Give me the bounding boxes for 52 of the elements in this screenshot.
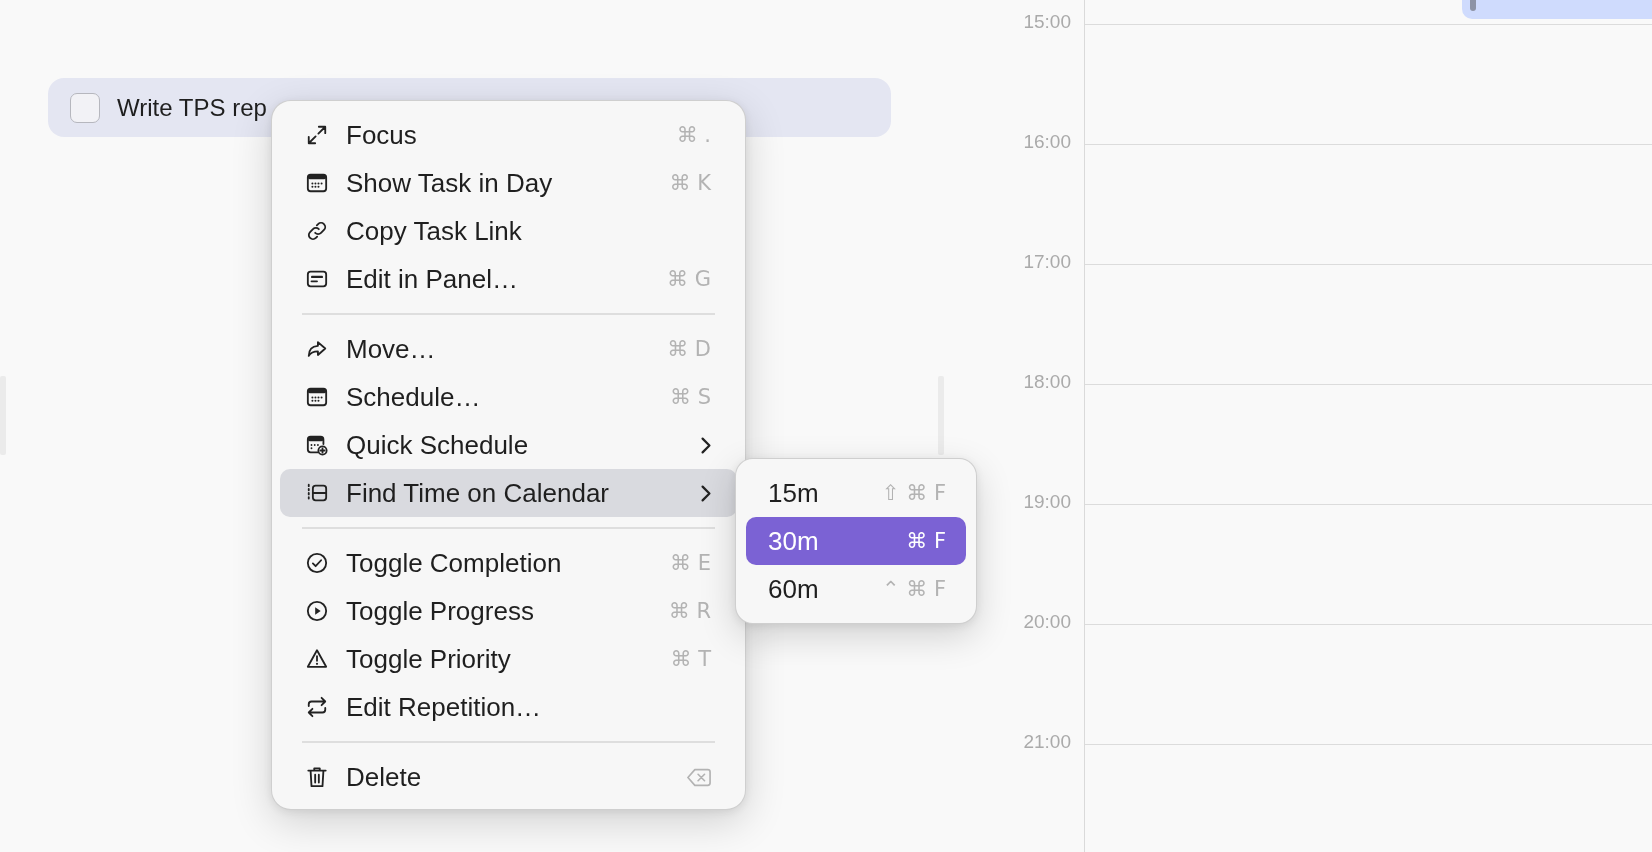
play-circle-icon (306, 600, 328, 622)
check-circle-icon (306, 552, 328, 574)
keyboard-shortcut: ⌘ F (906, 529, 946, 553)
hour-label: 19:00 (1023, 490, 1071, 514)
expand-arrows-icon (306, 124, 328, 146)
keyboard-shortcut: ⌘ S (670, 385, 711, 409)
menu-item[interactable]: Edit in Panel… ⌘ G (280, 255, 737, 303)
panel-icon (306, 268, 328, 290)
menu-item[interactable]: Quick Schedule (280, 421, 737, 469)
hour-label: 20:00 (1023, 610, 1071, 634)
menu-item[interactable]: Toggle Priority ⌘ T (280, 635, 737, 683)
submenu-item[interactable]: 60m ⌃ ⌘ F (746, 565, 966, 613)
task-title: Write TPS rep (117, 93, 267, 122)
calendar-icon (306, 172, 328, 194)
hour-label: 15:00 (1023, 10, 1071, 34)
delete-key-icon (687, 767, 711, 787)
menu-item[interactable]: Move… ⌘ D (280, 325, 737, 373)
calendar-plus-icon (306, 434, 328, 456)
keyboard-shortcut: ⇧ ⌘ F (881, 481, 946, 505)
keyboard-shortcut: ⌘ . (676, 123, 711, 147)
keyboard-shortcut: ⌃ ⌘ F (881, 577, 946, 601)
time-blocks-icon (306, 482, 328, 504)
menu-item[interactable]: Toggle Completion ⌘ E (280, 539, 737, 587)
keyboard-shortcut: ⌘ E (670, 551, 711, 575)
keyboard-shortcut: ⌘ K (669, 171, 711, 195)
menu-item[interactable]: Schedule… ⌘ S (280, 373, 737, 421)
menu-item[interactable]: Focus ⌘ . (280, 111, 737, 159)
calendar-icon (306, 386, 328, 408)
menu-item[interactable]: Show Task in Day ⌘ K (280, 159, 737, 207)
hour-label: 17:00 (1023, 250, 1071, 274)
keyboard-shortcut: ⌘ G (667, 267, 711, 291)
menu-item[interactable]: Copy Task Link (280, 207, 737, 255)
submenu-item[interactable]: 15m ⇧ ⌘ F (746, 469, 966, 517)
share-arrow-icon (306, 338, 328, 360)
repeat-arrows-icon (306, 696, 328, 718)
chevron-right-icon (700, 482, 712, 504)
hour-label: 21:00 (1023, 730, 1071, 754)
chevron-right-icon (700, 434, 712, 456)
submenu-item[interactable]: 30m ⌘ F (746, 517, 966, 565)
keyboard-shortcut: ⌘ T (670, 647, 711, 671)
menu-item[interactable]: Toggle Progress ⌘ R (280, 587, 737, 635)
menu-item[interactable]: Delete (280, 753, 737, 801)
keyboard-shortcut: ⌘ R (668, 599, 711, 623)
hour-label: 18:00 (1023, 370, 1071, 394)
menu-item[interactable]: Edit Repetition… (280, 683, 737, 731)
warning-triangle-icon (306, 648, 328, 670)
menu-item[interactable]: Find Time on Calendar (280, 469, 737, 517)
hour-label: 16:00 (1023, 130, 1071, 154)
keyboard-shortcut: ⌘ D (667, 337, 711, 361)
link-icon (306, 220, 328, 242)
trash-icon (306, 766, 328, 788)
checkbox[interactable] (70, 92, 100, 123)
